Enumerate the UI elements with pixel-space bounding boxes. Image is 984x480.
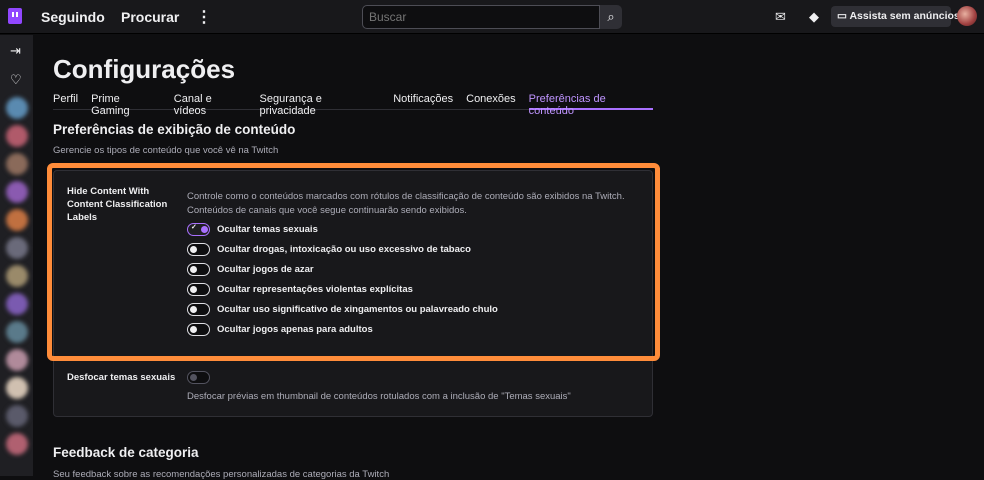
nav-browse[interactable]: Procurar xyxy=(121,9,179,25)
feedback-title: Feedback de categoria xyxy=(53,445,199,460)
ad-free-icon: ▭ xyxy=(837,10,850,22)
tab-notifications[interactable]: Notificações xyxy=(393,93,453,110)
channel-avatar[interactable] xyxy=(6,377,28,399)
avatar[interactable] xyxy=(957,6,977,26)
blur-description: Desfocar prévias em thumbnail de conteúd… xyxy=(187,391,571,402)
channel-avatar[interactable] xyxy=(6,97,28,119)
blur-label: Desfocar temas sexuais xyxy=(67,372,176,383)
tab-content-preferences[interactable]: Preferências de conteúdo xyxy=(528,93,653,117)
feedback-subtitle: Seu feedback sobre as recomendações pers… xyxy=(53,469,390,480)
tab-prime-gaming[interactable]: Prime Gaming xyxy=(91,93,161,117)
channel-avatar[interactable] xyxy=(6,153,28,175)
top-nav: Seguindo Procurar ⋮ ⌕ ✉ ◆ ▭ Assista sem … xyxy=(0,0,984,34)
section-title: Preferências de exibição de conteúdo xyxy=(53,122,296,137)
more-vertical-icon[interactable]: ⋮ xyxy=(196,7,212,27)
settings-tabs: Perfil Prime Gaming Canal e vídeos Segur… xyxy=(53,93,653,117)
heart-icon[interactable]: ♡ xyxy=(10,72,22,88)
channel-avatar[interactable] xyxy=(6,125,28,147)
search-input[interactable] xyxy=(362,5,600,29)
channel-avatar[interactable] xyxy=(6,265,28,287)
nav-following[interactable]: Seguindo xyxy=(41,9,105,25)
highlight-box xyxy=(47,163,660,361)
section-subtitle: Gerencie os tipos de conteúdo que você v… xyxy=(53,145,279,156)
channel-avatar[interactable] xyxy=(6,181,28,203)
search-icon: ⌕ xyxy=(607,9,615,24)
search-button[interactable]: ⌕ xyxy=(600,5,622,29)
crown-icon[interactable]: ◆ xyxy=(809,9,819,25)
tab-security-privacy[interactable]: Segurança e privacidade xyxy=(260,93,381,117)
channel-avatar[interactable] xyxy=(6,293,28,315)
channel-avatar[interactable] xyxy=(6,433,28,455)
toggle-blur-sexual-themes[interactable] xyxy=(187,371,210,384)
page-title: Configurações xyxy=(53,54,236,84)
twitch-logo-icon[interactable] xyxy=(8,8,22,24)
channel-avatar[interactable] xyxy=(6,237,28,259)
tab-channel-videos[interactable]: Canal e vídeos xyxy=(174,93,247,117)
tab-profile[interactable]: Perfil xyxy=(53,93,78,110)
channel-avatar[interactable] xyxy=(6,209,28,231)
expand-sidebar-icon[interactable]: ⇥ xyxy=(10,43,21,59)
tab-connections[interactable]: Conexões xyxy=(466,93,516,110)
channel-avatar[interactable] xyxy=(6,321,28,343)
ad-free-label: Assista sem anúncios xyxy=(849,10,960,22)
ad-free-button[interactable]: ▭ Assista sem anúncios xyxy=(831,6,960,27)
channel-avatar[interactable] xyxy=(6,405,28,427)
channel-avatar[interactable] xyxy=(6,349,28,371)
sidebar: ⇥ ♡ xyxy=(0,35,33,476)
inbox-icon[interactable]: ✉ xyxy=(775,9,786,25)
